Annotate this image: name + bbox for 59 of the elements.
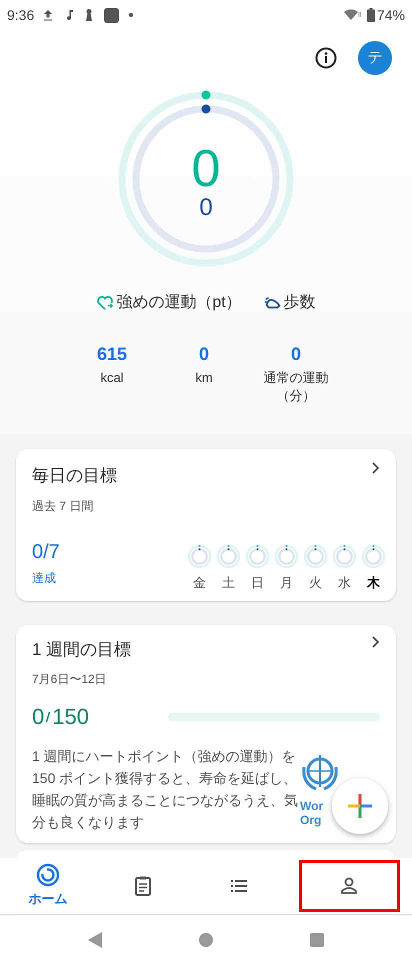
stat-value: 615 bbox=[96, 343, 128, 365]
weekday-label: 火 bbox=[309, 574, 322, 592]
weekday-label: 月 bbox=[280, 574, 293, 592]
weekday-label: 金 bbox=[193, 574, 206, 592]
weekday-label: 水 bbox=[338, 574, 351, 592]
card-title: 毎日の目標 bbox=[32, 465, 117, 487]
weekday-label: 木 bbox=[367, 574, 380, 592]
card-subtitle: 過去 7 日間 bbox=[32, 498, 94, 514]
day-progress-ring-drawing bbox=[361, 544, 386, 569]
weekday-label: 土 bbox=[222, 574, 235, 592]
stat-label: kcal bbox=[99, 369, 125, 387]
back-icon[interactable] bbox=[88, 932, 102, 948]
battery-icon bbox=[366, 8, 375, 22]
card-subtitle: 7月6日〜12日 bbox=[32, 671, 108, 688]
battery-level: 74% bbox=[376, 6, 405, 24]
app-notification-icon bbox=[104, 8, 120, 22]
profile-avatar[interactable]: テ bbox=[358, 41, 392, 75]
recents-icon[interactable] bbox=[310, 932, 324, 946]
card-title: 1 週間の目標 bbox=[32, 638, 132, 660]
day-progress-ring-drawing bbox=[187, 544, 212, 569]
stat-value: 0 bbox=[198, 343, 209, 365]
heart-points-value: 0 bbox=[192, 143, 220, 195]
weekday-label: 日 bbox=[251, 574, 264, 592]
home-icon[interactable] bbox=[198, 932, 213, 946]
slash-icon bbox=[45, 710, 52, 724]
more-notifications-icon bbox=[129, 13, 134, 17]
upload-icon bbox=[42, 9, 54, 21]
day-progress-ring-drawing bbox=[332, 544, 357, 569]
daily-goal-card[interactable]: 毎日の目標 過去 7 日間 0/7 達成 金 土 日 月 火 水 木 bbox=[16, 449, 396, 600]
goal-count: 0/7 bbox=[32, 540, 60, 564]
goal-count-label: 達成 bbox=[32, 570, 57, 586]
status-time: 9:36 bbox=[7, 6, 34, 24]
rings-icon bbox=[36, 863, 60, 888]
nav-tab[interactable]: ホーム bbox=[0, 858, 96, 914]
chevron-right-icon[interactable] bbox=[370, 634, 380, 648]
stat-value: 0 bbox=[290, 343, 301, 365]
legend-label: 強めの運動（pt） bbox=[116, 293, 242, 313]
goal-description: 1 週間にハートポイント（強めの運動）を 150 ポイント獲得すると、寿命を延ばし、睡眠の質が高まることにつながるうえ、気分も良くなります bbox=[32, 747, 299, 832]
day-progress-ring-drawing bbox=[303, 544, 328, 569]
weekly-points-value: 0 bbox=[32, 703, 44, 731]
legend-label: 歩数 bbox=[284, 292, 316, 313]
heart-icon bbox=[96, 294, 114, 312]
logo-text: Wor bbox=[300, 799, 324, 813]
nav-tab[interactable] bbox=[298, 860, 400, 912]
day-progress-ring-drawing bbox=[274, 544, 299, 569]
chevron-right-icon[interactable] bbox=[370, 461, 380, 475]
day-progress-ring-drawing bbox=[245, 544, 270, 569]
day-progress-ring-drawing bbox=[216, 544, 241, 569]
info-icon[interactable] bbox=[314, 46, 338, 70]
music-note-icon bbox=[64, 9, 74, 21]
weekly-points-total: 150 bbox=[52, 703, 89, 731]
plus-icon bbox=[348, 794, 372, 818]
wifi-icon bbox=[342, 8, 361, 22]
logo-text: Org bbox=[300, 813, 322, 827]
stat-label: 通常の運動（分） bbox=[262, 369, 330, 405]
weekly-goal-card[interactable]: 1 週間の目標 7月6日〜12日 0 150 1 週間にハートポイント（強めの運動）を 150 ポイント獲得すると、寿命を延ばし、睡眠の質が高まることにつながるうえ、気分も良くなります Wor Org bbox=[16, 624, 396, 843]
stat-label: km bbox=[194, 369, 214, 387]
keyhole-icon bbox=[84, 8, 94, 22]
steps-value: 0 bbox=[199, 195, 213, 221]
